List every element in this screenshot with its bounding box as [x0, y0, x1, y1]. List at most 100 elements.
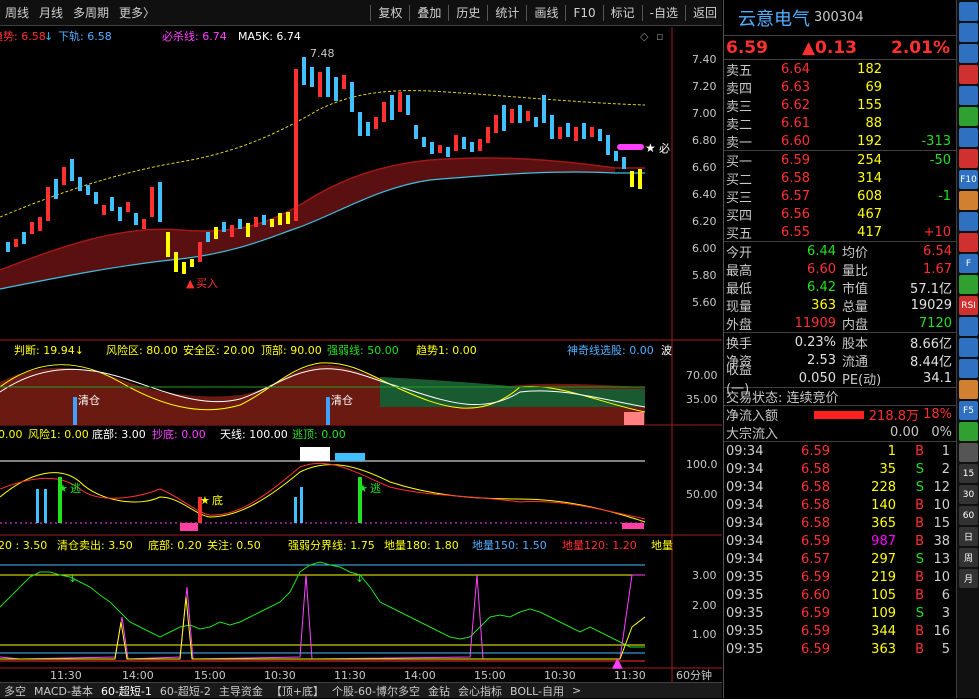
toolbar-item[interactable]: 历史 — [451, 0, 485, 26]
candle-icon[interactable] — [959, 107, 978, 126]
tick-row[interactable]: 09:35 6.59 363 B 5 — [724, 640, 956, 658]
toolbar-item[interactable]: 返回 — [688, 0, 722, 26]
tab[interactable]: BOLL-自用 — [506, 683, 568, 699]
tab[interactable]: 多空 — [0, 683, 30, 699]
tick-row[interactable]: 09:35 6.59 109 S 3 — [724, 604, 956, 622]
60-icon[interactable]: 60 — [959, 506, 978, 525]
tick-row[interactable]: 09:34 6.58 35 S 2 — [724, 460, 956, 478]
tick-row[interactable]: 09:34 6.58 228 S 12 — [724, 478, 956, 496]
toolbar-item[interactable]: 叠加 — [412, 0, 446, 26]
indicator2-yellow-line — [0, 464, 646, 523]
pen-icon[interactable] — [959, 380, 978, 399]
stat-value: 8.44亿 — [910, 354, 952, 370]
zoom-in-icon[interactable] — [959, 317, 978, 336]
bid-row[interactable]: 买四 6.56 467 — [724, 205, 956, 224]
bid-volume: 314 — [857, 170, 882, 186]
indicator1-safe-fill — [380, 377, 645, 407]
minute-chart-icon[interactable] — [959, 44, 978, 63]
toolbar-item[interactable]: 多周期 — [68, 0, 114, 26]
tick-row[interactable]: 09:34 6.57 297 S 13 — [724, 550, 956, 568]
tick-row[interactable]: 09:35 6.59 219 B 10 — [724, 568, 956, 586]
kline-chart-svg[interactable]: 趋势: 6.58 ↓ 下轨: 6.58 必杀线: 6.74 MA5K: 6.74… — [0, 27, 722, 682]
tab[interactable]: 个股-60-博尔多空 — [328, 683, 424, 699]
tab-active[interactable]: 60-超短-1 — [97, 683, 156, 699]
tab[interactable]: 【顶+底】 — [267, 683, 328, 699]
financial-icon[interactable] — [959, 149, 978, 168]
10-icon[interactable]: 15 — [959, 464, 978, 483]
week-icon[interactable]: 周 — [959, 548, 978, 567]
escape-mark: 逃 — [370, 482, 381, 495]
tick-time: 09:34 — [726, 515, 764, 531]
zoom-out-icon[interactable] — [959, 338, 978, 357]
tab[interactable]: 主导资金 — [215, 683, 267, 699]
ask-row[interactable]: 卖一 6.60 192 -313 — [724, 132, 956, 151]
info-icon[interactable] — [959, 212, 978, 231]
tick-row[interactable]: 09:35 6.60 105 B 6 — [724, 586, 956, 604]
move-icon[interactable] — [959, 359, 978, 378]
toolbar-item[interactable]: F10 — [568, 0, 600, 26]
grid-icon[interactable] — [959, 23, 978, 42]
legend-judge: 判断: 19.94↓ — [14, 343, 84, 357]
ask-row[interactable]: 卖五 6.64 182 — [724, 60, 956, 79]
tab[interactable]: 60-超短-2 — [156, 683, 215, 699]
stat-value: 6.42 — [807, 279, 836, 295]
ask-row[interactable]: 卖四 6.63 69 — [724, 78, 956, 97]
tab[interactable]: 会心指标 — [454, 683, 506, 699]
f5-icon[interactable] — [959, 422, 978, 441]
fs-icon[interactable]: F5 — [959, 401, 978, 420]
day-icon[interactable]: 日 — [959, 527, 978, 546]
collapse-icon[interactable]: ◇ — [640, 30, 649, 43]
close-icon[interactable]: ▫ — [656, 30, 663, 43]
rsi-icon[interactable]: RSI — [959, 296, 978, 315]
finance-f10-icon[interactable]: F10 — [959, 170, 978, 189]
30-icon[interactable]: 30 — [959, 485, 978, 504]
window-icon[interactable] — [959, 2, 978, 21]
bid-row[interactable]: 买五 6.55 417 +10 — [724, 223, 956, 242]
chart-icon[interactable] — [959, 275, 978, 294]
period-icon[interactable] — [959, 443, 978, 462]
month-icon[interactable]: 月 — [959, 569, 978, 588]
tab[interactable]: MACD-基本 — [30, 683, 97, 699]
kline-icon[interactable] — [959, 86, 978, 105]
top-block — [335, 453, 365, 461]
time-tick: 10:30 — [544, 669, 576, 682]
chart-area[interactable]: 趋势: 6.58 ↓ 下轨: 6.58 必杀线: 6.74 MA5K: 6.74… — [0, 27, 722, 682]
toolbar-item[interactable]: 画线 — [529, 0, 563, 26]
period-label[interactable]: 60分钟 — [676, 668, 712, 682]
tick-row[interactable]: 09:34 6.58 140 B 10 — [724, 496, 956, 514]
table-icon[interactable] — [959, 65, 978, 84]
indicator2-red-line — [0, 462, 646, 520]
tick-list[interactable]: 09:34 6.59 1 B 1 09:34 6.58 35 S 2 09:34 6.58 228 S 12… — [724, 441, 956, 658]
f-icon[interactable]: F — [959, 254, 978, 273]
bid-row[interactable]: 买一 6.59 254 -50 — [724, 151, 956, 170]
bid-delta: +10 — [923, 224, 951, 240]
toolbar-item[interactable]: 月线 — [34, 0, 68, 26]
tab[interactable]: 金钻 — [424, 683, 454, 699]
toolbar-item[interactable]: -自选 — [645, 0, 683, 26]
toolbar-item[interactable]: 标记 — [606, 0, 640, 26]
depth-icon[interactable] — [959, 233, 978, 252]
divider — [602, 4, 604, 21]
tick-row[interactable]: 09:34 6.59 1 B 1 — [724, 442, 956, 460]
price-change-pct: 2.01% — [891, 37, 950, 58]
ask-row[interactable]: 卖二 6.61 88 — [724, 114, 956, 133]
toolbar-item[interactable]: 统计 — [490, 0, 524, 26]
tick-row[interactable]: 09:34 6.58 365 B 15 — [724, 514, 956, 532]
tick-row[interactable]: 09:34 6.59 987 B 38 — [724, 532, 956, 550]
news-icon[interactable] — [959, 191, 978, 210]
tick-time: 09:35 — [726, 587, 764, 603]
tick-price: 6.58 — [801, 479, 830, 495]
bid-volume: 254 — [857, 152, 882, 168]
y-tick: 100.0 — [686, 458, 718, 471]
tick-row[interactable]: 09:35 6.59 344 B 16 — [724, 622, 956, 640]
toolbar-item[interactable]: 更多〉 — [114, 0, 160, 26]
toolbar-item[interactable]: 周线 — [0, 0, 34, 26]
ask-row[interactable]: 卖三 6.62 155 — [724, 96, 956, 115]
clear-mark: 清仓 — [78, 393, 100, 407]
stock-icon[interactable] — [959, 128, 978, 147]
toolbar-item[interactable]: 复权 — [373, 0, 407, 26]
bid-row[interactable]: 买二 6.58 314 — [724, 169, 956, 188]
y-tick: 6.60 — [692, 161, 717, 174]
tab-more[interactable]: > — [568, 684, 585, 697]
bid-row[interactable]: 买三 6.57 608 -1 — [724, 187, 956, 206]
